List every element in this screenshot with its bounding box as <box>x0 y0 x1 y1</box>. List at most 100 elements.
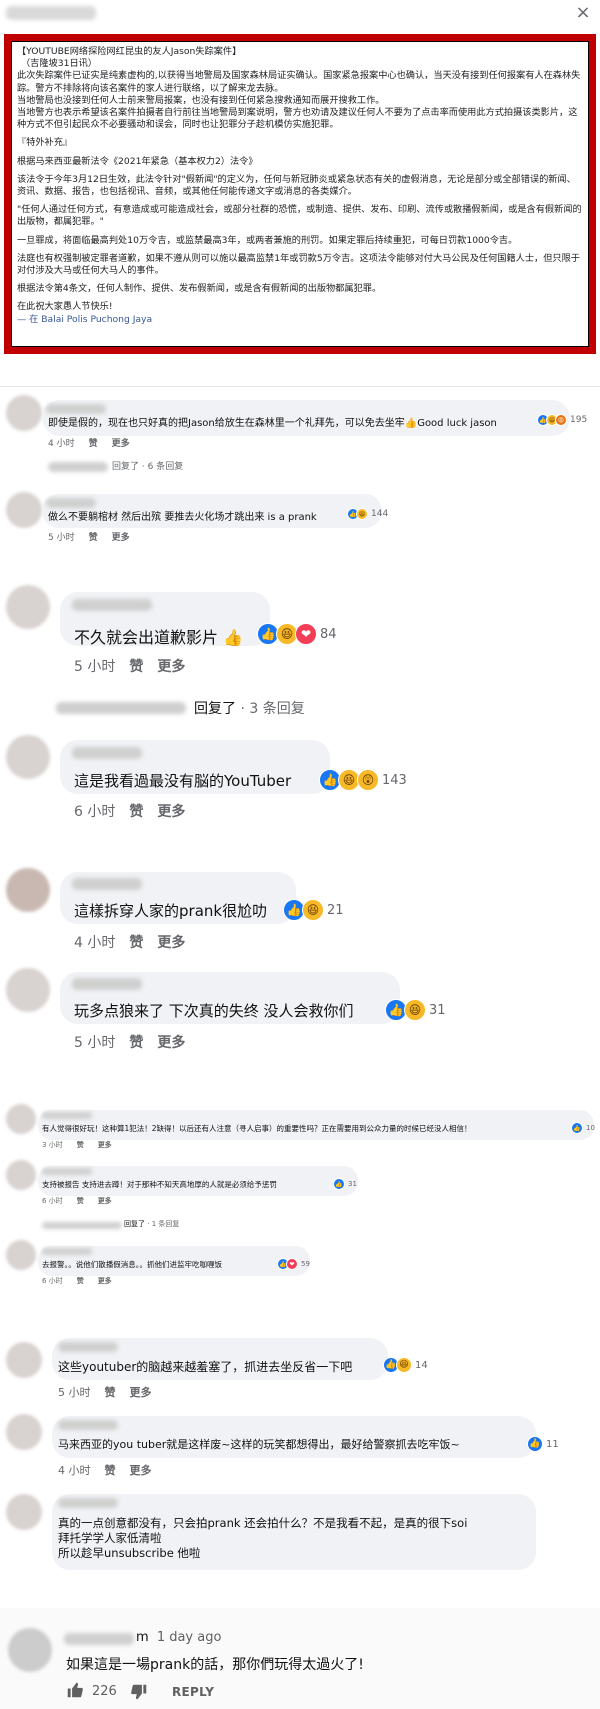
post-card: 【YOUTUBE网络探险网红昆虫的友人Jason失踪案件】 （吉隆坡31日讯） … <box>4 34 596 354</box>
comment-time[interactable]: 4 小时 <box>74 935 115 951</box>
view-replies-link[interactable]: 回复了 · 1 条回复 <box>124 1219 179 1229</box>
close-icon[interactable]: × <box>574 4 592 22</box>
reaction-summary[interactable]: 👍 😆 31 <box>385 999 446 1021</box>
comment-time[interactable]: 6 小时 <box>74 804 115 820</box>
comment-text: 這是我看過最没有脳的YouTuber <box>74 772 292 790</box>
avatar[interactable] <box>6 735 50 779</box>
like-button[interactable] <box>66 1682 88 1702</box>
haha-reaction-icon: 😆 <box>356 508 368 520</box>
avatar[interactable] <box>6 1104 36 1134</box>
reaction-summary[interactable]: 👍 😆 144 <box>347 508 388 520</box>
comment-text: 有人觉得很好玩！这种算1犯法！2缺得！以后还有人注意（寻人启事）的重要性吗？正在… <box>42 1124 472 1133</box>
reaction-count: 143 <box>382 772 407 788</box>
comment-text-line: 拜托学学人家低清啦 <box>58 1531 162 1545</box>
reaction-count: 14 <box>415 1359 428 1371</box>
avatar[interactable] <box>6 492 42 528</box>
haha-reaction-icon: 😆 <box>302 899 324 921</box>
like-reaction-icon: 👍 <box>571 1122 583 1134</box>
dislike-button[interactable] <box>130 1684 152 1704</box>
comment-time[interactable]: 5 小时 <box>74 659 115 675</box>
more-link[interactable]: 更多 <box>98 1277 112 1285</box>
avatar[interactable] <box>6 1494 42 1530</box>
reaction-summary[interactable]: 👍 ❤ 59 <box>277 1258 310 1270</box>
angry-reaction-icon: 😡 <box>555 414 567 426</box>
more-link[interactable]: 更多 <box>157 659 185 675</box>
post-location-link[interactable]: — 在 Balai Polis Puchong Jaya <box>17 314 583 326</box>
comment-time[interactable]: 5 小时 <box>48 533 75 543</box>
like-link[interactable]: 赞 <box>129 659 143 675</box>
like-link[interactable]: 赞 <box>77 1277 84 1285</box>
avatar[interactable] <box>6 1342 42 1378</box>
post-line: 根据马来西亚最新法令《2021年紧急（基本权力2）法令》 <box>17 155 258 167</box>
reaction-summary[interactable]: 👍 😆 ❤ 84 <box>257 623 337 645</box>
more-link[interactable]: 更多 <box>157 935 185 951</box>
view-replies-link[interactable]: 回复了 · 3 条回复 <box>194 698 305 718</box>
like-link[interactable]: 赞 <box>77 1197 84 1205</box>
comment-text-line: 所以趁早unsubscribe 他啦 <box>58 1546 201 1560</box>
more-link[interactable]: 更多 <box>98 1141 112 1149</box>
post-line: 当地警局也没接到任何人士前来警局报案，也没有接到任何紧急搜救通知而展开搜救工作。 <box>17 94 385 106</box>
post-line: 该法令于今年3月12日生效，此法令针对"假新闻"的定义为，任何与新冠肺炎或紧急状… <box>17 173 576 198</box>
comment-meta: 5 小时赞更多 <box>74 656 185 676</box>
commenter-name-blurred <box>46 404 106 414</box>
avatar[interactable] <box>6 1160 36 1190</box>
love-reaction-icon: ❤ <box>295 623 317 645</box>
haha-reaction-icon: 😆 <box>396 1357 412 1373</box>
comment-text: 這樣拆穿人家的prank很尬叻 <box>74 902 268 920</box>
more-link[interactable]: 更多 <box>130 1386 152 1399</box>
like-link[interactable]: 赞 <box>89 533 98 543</box>
reaction-summary[interactable]: 👍 😆 21 <box>283 899 344 921</box>
post-line: 在此祝大家愚人节快乐! <box>17 301 113 313</box>
comment-time[interactable]: 4 小时 <box>48 439 75 449</box>
reaction-summary[interactable]: 👍 😆 😲 143 <box>319 769 407 791</box>
like-link[interactable]: 赞 <box>129 804 143 820</box>
replier-name-blurred <box>48 462 108 472</box>
reply-button[interactable]: REPLY <box>172 1685 214 1699</box>
avatar[interactable] <box>6 968 50 1012</box>
more-link[interactable]: 更多 <box>112 533 130 543</box>
comment-meta: 4 小时 赞 更多 <box>48 436 130 449</box>
more-link[interactable]: 更多 <box>130 1464 152 1477</box>
comment-time[interactable]: 5 小时 <box>58 1386 91 1399</box>
avatar[interactable] <box>8 1628 52 1672</box>
more-link[interactable]: 更多 <box>112 439 130 449</box>
more-link[interactable]: 更多 <box>157 1035 185 1051</box>
reaction-summary[interactable]: 👍 31 <box>333 1178 357 1190</box>
avatar[interactable] <box>6 868 50 912</box>
comment-time[interactable]: 5 小时 <box>74 1035 115 1051</box>
like-link[interactable]: 赞 <box>89 439 98 449</box>
like-link[interactable]: 赞 <box>129 1035 143 1051</box>
comment-time[interactable]: 6 小时 <box>42 1197 63 1205</box>
reaction-summary[interactable]: 👍 11 <box>527 1436 559 1452</box>
like-link[interactable]: 赞 <box>105 1386 116 1399</box>
like-link[interactable]: 赞 <box>105 1464 116 1477</box>
post-line: 此次失踪案件已证实是纯素虚构的,以获得当地警局及国家森林局证实确认。国家紧急报案… <box>17 70 581 94</box>
commenter-name-suffix: m <box>136 1630 149 1645</box>
more-link[interactable]: 更多 <box>157 804 185 820</box>
comment-text: 去报警。。说他们散播假消息。。抓他们进监牢吃咖喱饭 <box>42 1260 222 1269</box>
comment-time[interactable]: 3 小时 <box>42 1141 63 1149</box>
reaction-count: 84 <box>320 626 337 642</box>
comment-time[interactable]: 4 小时 <box>58 1464 91 1477</box>
like-link[interactable]: 赞 <box>77 1141 84 1149</box>
avatar[interactable] <box>6 1414 42 1450</box>
post-title: 【YOUTUBE网络探险网红昆虫的友人Jason失踪案件】 <box>17 46 242 57</box>
reaction-summary[interactable]: 👍 😆 😡 195 <box>537 414 587 426</box>
commenter-name-blurred <box>42 1112 92 1119</box>
like-reaction-icon: 👍 <box>527 1436 543 1452</box>
view-replies-link[interactable]: 回复了 · 6 条回复 <box>112 459 183 472</box>
like-link[interactable]: 赞 <box>129 935 143 951</box>
reaction-summary[interactable]: 👍 😆 14 <box>383 1357 428 1373</box>
comment-meta: 6 小时 赞 更多 <box>42 1196 112 1206</box>
commenter-name-blurred <box>72 978 142 990</box>
avatar[interactable] <box>6 395 42 431</box>
comment-time[interactable]: 6 小时 <box>42 1277 63 1285</box>
thumbs-down-icon <box>131 1684 147 1700</box>
avatar[interactable] <box>6 585 50 629</box>
avatar[interactable] <box>6 1240 36 1270</box>
post-line: （吉隆坡31日讯） <box>21 58 98 70</box>
comment-time[interactable]: 1 day ago <box>157 1630 222 1645</box>
reaction-count: 10 <box>586 1124 595 1132</box>
more-link[interactable]: 更多 <box>98 1197 112 1205</box>
reaction-summary[interactable]: 👍 10 <box>571 1122 595 1134</box>
